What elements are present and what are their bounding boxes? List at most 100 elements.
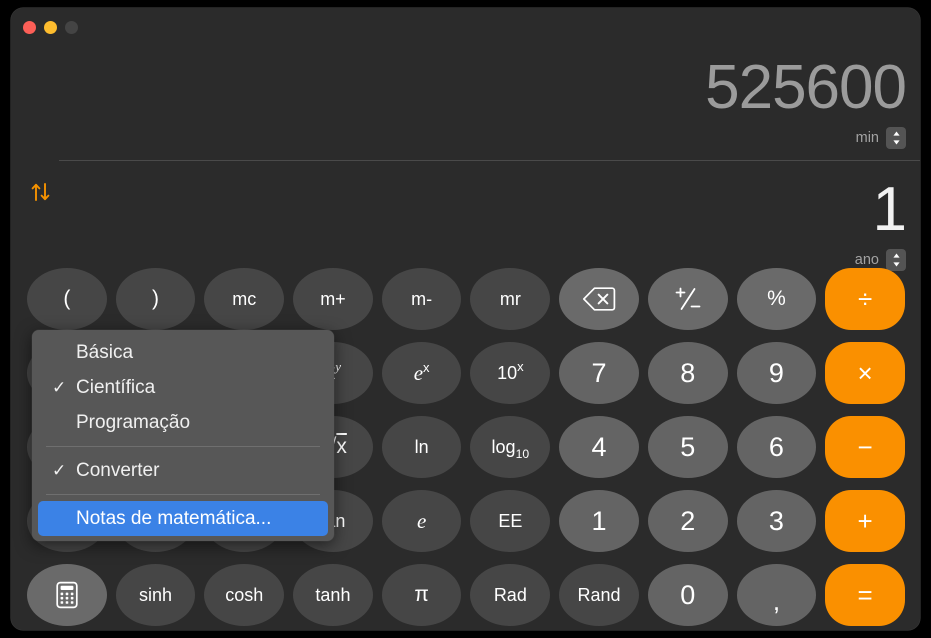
calculator-mode-button[interactable]: [27, 564, 107, 626]
digit-5[interactable]: 5: [647, 416, 728, 478]
pi-button[interactable]: π: [381, 564, 462, 626]
exponent-entry-button[interactable]: EE: [470, 490, 551, 552]
menu-item-label: Notas de matemática...: [76, 507, 272, 529]
divide-button[interactable]: ÷: [825, 268, 905, 330]
menu-item-label: Converter: [76, 459, 160, 481]
key-label: 10x: [497, 359, 524, 383]
key-label: −: [857, 431, 873, 462]
digit-1[interactable]: 1: [559, 490, 639, 552]
calculator-window: 525600 min 1 ano () mc m+ m- mr % ÷ y e…: [11, 8, 920, 630]
converter-to-row[interactable]: 1 ano: [854, 175, 907, 271]
close-paren[interactable]: ): [115, 268, 196, 330]
decimal-separator-button[interactable]: ,: [736, 564, 817, 626]
key-label: 2: [680, 505, 696, 536]
delete-backward-icon: [582, 287, 616, 311]
converter-from-unit-stepper[interactable]: [886, 127, 906, 149]
converter-to-value: 1: [872, 175, 907, 244]
converter-divider: [59, 160, 920, 161]
converter-from-row[interactable]: 525600 min: [705, 53, 907, 149]
key-label: 9: [768, 357, 784, 388]
menu-item-label: Básica: [76, 341, 134, 363]
key-label: 0: [680, 579, 696, 610]
digit-4[interactable]: 4: [559, 416, 639, 478]
key-label: ): [152, 287, 160, 310]
ten-power-button[interactable]: 10x: [470, 342, 551, 404]
memory-clear[interactable]: mc: [204, 268, 285, 330]
key-label: e: [416, 508, 427, 533]
digit-3[interactable]: 3: [736, 490, 817, 552]
multiply-button[interactable]: ×: [825, 342, 905, 404]
converter-from-value: 525600: [705, 53, 907, 122]
converter-from-unit: min: [855, 130, 879, 146]
memory-add[interactable]: m+: [293, 268, 373, 330]
stepper-chevrons-icon: [892, 131, 900, 145]
memory-subtract[interactable]: m-: [381, 268, 462, 330]
key-label: ,: [772, 585, 781, 616]
key-label: (: [63, 287, 71, 310]
key-label: ÷: [858, 283, 873, 314]
key-label: sinh: [139, 585, 173, 605]
menu-item-convert[interactable]: ✓ Converter: [38, 453, 328, 488]
radians-button[interactable]: Rad: [470, 564, 551, 626]
natural-log-button[interactable]: ln: [381, 416, 462, 478]
digit-0[interactable]: 0: [647, 564, 728, 626]
hyperbolic-tangent-button[interactable]: tanh: [293, 564, 373, 626]
digit-7[interactable]: 7: [559, 342, 639, 404]
sign-toggle-button[interactable]: [647, 268, 728, 330]
swap-units-button[interactable]: [25, 176, 57, 208]
random-button[interactable]: Rand: [559, 564, 639, 626]
window-controls: [23, 21, 78, 34]
hyperbolic-cosine-button[interactable]: cosh: [204, 564, 285, 626]
digit-8[interactable]: 8: [647, 342, 728, 404]
open-paren[interactable]: (: [27, 268, 107, 330]
equals-button[interactable]: =: [825, 564, 905, 626]
digit-9[interactable]: 9: [736, 342, 817, 404]
key-label: mr: [499, 289, 521, 309]
converter-from-unit-row: min: [705, 127, 906, 149]
calculator-mode-menu: Básica ✓ Científica Programação ✓ Converter No…: [32, 330, 334, 541]
checkmark-icon: ✓: [52, 460, 67, 480]
key-label: 7: [591, 357, 607, 388]
percent-button[interactable]: %: [736, 268, 817, 330]
key-label: 3: [768, 505, 784, 536]
menu-item-math-notes[interactable]: Notas de matemática...: [38, 501, 328, 536]
converter-display: 525600 min 1 ano: [11, 38, 920, 271]
menu-item-scientific[interactable]: ✓ Científica: [38, 370, 328, 405]
log10-button[interactable]: log10: [470, 416, 551, 478]
menu-item-programmer[interactable]: Programação: [38, 405, 328, 440]
key-label: m+: [320, 289, 346, 309]
key-label: =: [857, 579, 873, 610]
menu-separator: [46, 494, 320, 495]
menu-item-label: Científica: [76, 376, 156, 398]
digit-2[interactable]: 2: [647, 490, 728, 552]
digit-6[interactable]: 6: [736, 416, 817, 478]
minimize-window-button[interactable]: [44, 21, 57, 34]
key-label: cosh: [225, 585, 264, 605]
key-label: log10: [491, 437, 530, 462]
exp-button[interactable]: ex: [381, 342, 462, 404]
converter-to-unit: ano: [854, 252, 879, 268]
plus-minus-icon: [675, 287, 701, 310]
key-label: ×: [857, 357, 873, 388]
menu-item-basic[interactable]: Básica: [38, 335, 328, 370]
hyperbolic-sine-button[interactable]: sinh: [115, 564, 196, 626]
add-button[interactable]: +: [825, 490, 905, 552]
key-label: EE: [498, 511, 523, 531]
key-label: Rad: [493, 585, 527, 605]
euler-button[interactable]: e: [381, 490, 462, 552]
key-label: Rand: [577, 585, 621, 605]
subtract-button[interactable]: −: [825, 416, 905, 478]
zoom-window-button[interactable]: [65, 21, 78, 34]
key-label: 6: [768, 431, 784, 462]
menu-item-label: Programação: [76, 411, 191, 433]
key-label: ln: [414, 437, 429, 457]
swap-vertical-arrows-icon: [31, 183, 50, 201]
memory-recall[interactable]: mr: [470, 268, 551, 330]
key-label: %: [767, 287, 786, 310]
key-label: +: [857, 505, 873, 536]
screen: 525600 min 1 ano () mc m+ m- mr % ÷ y e…: [0, 0, 931, 638]
key-label: 5: [680, 431, 696, 462]
key-label: π: [414, 583, 429, 606]
close-window-button[interactable]: [23, 21, 36, 34]
delete-button[interactable]: [559, 268, 639, 330]
